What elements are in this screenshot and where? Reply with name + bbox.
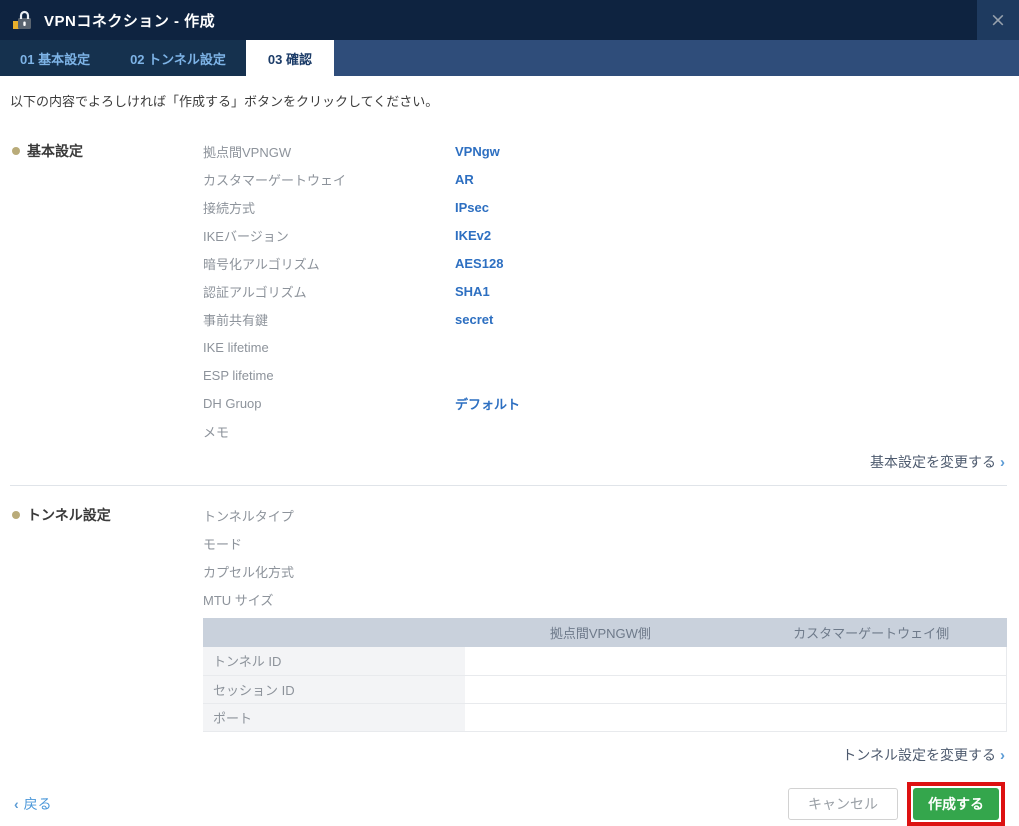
tunnel-settings-rows: トンネルタイプ モード カプセル化方式 MTU サイズ [203, 501, 1007, 613]
review-row: MTU サイズ [203, 585, 1007, 613]
row-value: IKEv2 [455, 228, 491, 243]
row-value: AR [455, 172, 474, 187]
dialog-footer: ‹戻る キャンセル 作成する [10, 782, 1007, 826]
tunnel-table-header-cgw: カスタマーゲートウェイ側 [736, 618, 1007, 647]
review-row: モード [203, 529, 1007, 557]
instruction-text: 以下の内容でよろしければ「作成する」ボタンをクリックしてください。 [10, 91, 1007, 110]
basic-settings-rows: 拠点間VPNGW VPNgw カスタマーゲートウェイ AR 接続方式 IPsec… [203, 137, 1007, 445]
tunnel-table-header-row: 拠点間VPNGW側 カスタマーゲートウェイ側 [203, 618, 1007, 647]
row-label: IKE lifetime [203, 340, 455, 355]
row-label: DH Gruop [203, 396, 455, 411]
dialog-body: 以下の内容でよろしければ「作成する」ボタンをクリックしてください。 基本設定 拠… [0, 76, 1019, 826]
table-row-label: トンネル ID [203, 647, 465, 675]
row-label: 接続方式 [203, 198, 455, 217]
chevron-left-icon: ‹ [14, 796, 19, 812]
row-value: デフォルト [455, 394, 520, 413]
row-label: トンネルタイプ [203, 506, 455, 525]
tunnel-settings-section: トンネル設定 トンネルタイプ モード カプセル化方式 MTU サイズ [10, 501, 1007, 732]
tunnel-table: 拠点間VPNGW側 カスタマーゲートウェイ側 トンネル ID セッション ID … [203, 618, 1007, 732]
wizard-tabbar: 01 基本設定 02 トンネル設定 03 確認 [0, 40, 1019, 76]
section-divider [10, 485, 1007, 486]
chevron-right-icon: › [1000, 747, 1005, 764]
row-label: MTU サイズ [203, 590, 455, 609]
table-row-label: ポート [203, 703, 465, 731]
section-bullet-icon [12, 147, 20, 155]
row-label: 事前共有鍵 [203, 310, 455, 329]
table-row: セッション ID [203, 675, 1007, 703]
row-value: SHA1 [455, 284, 490, 299]
table-row-label: セッション ID [203, 675, 465, 703]
row-label: カプセル化方式 [203, 562, 455, 581]
row-label: 認証アルゴリズム [203, 282, 455, 301]
tunnel-section-title: トンネル設定 [27, 507, 111, 523]
review-row: カスタマーゲートウェイ AR [203, 165, 1007, 193]
row-label: 暗号化アルゴリズム [203, 254, 455, 273]
review-row: IKEバージョン IKEv2 [203, 221, 1007, 249]
review-row: トンネルタイプ [203, 501, 1007, 529]
change-basic-settings-link[interactable]: 基本設定を変更する› [10, 452, 1005, 472]
dialog-title: VPNコネクション - 作成 [44, 10, 215, 31]
lock-icon [13, 8, 37, 32]
review-row: 拠点間VPNGW VPNgw [203, 137, 1007, 165]
row-label: IKEバージョン [203, 226, 455, 245]
tunnel-table-body: トンネル ID セッション ID ポート [203, 647, 1007, 731]
review-row: IKE lifetime [203, 333, 1007, 361]
table-cell-cgw [736, 647, 1007, 675]
close-icon[interactable]: × [977, 0, 1019, 40]
row-value: VPNgw [455, 144, 500, 159]
row-label: ESP lifetime [203, 368, 455, 383]
table-cell-cgw [736, 675, 1007, 703]
review-row: ESP lifetime [203, 361, 1007, 389]
review-row: メモ [203, 417, 1007, 445]
tunnel-table-header-vpngw: 拠点間VPNGW側 [465, 618, 736, 647]
row-label: モード [203, 534, 455, 553]
row-value: IPsec [455, 200, 489, 215]
table-row: トンネル ID [203, 647, 1007, 675]
highlight-annotation-box: 作成する [907, 782, 1005, 826]
table-cell-cgw [736, 703, 1007, 731]
row-value: secret [455, 312, 493, 327]
dialog-titlebar: VPNコネクション - 作成 × [0, 0, 1019, 40]
tab-confirm[interactable]: 03 確認 [246, 40, 334, 76]
row-value: AES128 [455, 256, 503, 271]
change-tunnel-settings-link[interactable]: トンネル設定を変更する› [10, 745, 1005, 765]
tunnel-table-header-empty [203, 618, 465, 647]
basic-section-title: 基本設定 [27, 143, 83, 159]
cancel-button[interactable]: キャンセル [788, 788, 898, 820]
tab-tunnel-settings[interactable]: 02 トンネル設定 [110, 40, 246, 76]
section-bullet-icon [12, 511, 20, 519]
basic-settings-section: 基本設定 拠点間VPNGW VPNgw カスタマーゲートウェイ AR 接続方式 … [10, 137, 1007, 445]
create-button[interactable]: 作成する [913, 788, 999, 820]
table-row: ポート [203, 703, 1007, 731]
review-row: DH Gruop デフォルト [203, 389, 1007, 417]
chevron-right-icon: › [1000, 454, 1005, 471]
table-cell-vpngw [465, 675, 736, 703]
review-row: 事前共有鍵 secret [203, 305, 1007, 333]
review-row: カプセル化方式 [203, 557, 1007, 585]
row-label: カスタマーゲートウェイ [203, 170, 455, 189]
review-row: 認証アルゴリズム SHA1 [203, 277, 1007, 305]
review-row: 暗号化アルゴリズム AES128 [203, 249, 1007, 277]
row-label: メモ [203, 422, 455, 441]
row-label: 拠点間VPNGW [203, 142, 455, 161]
table-cell-vpngw [465, 647, 736, 675]
tab-basic-settings[interactable]: 01 基本設定 [0, 40, 110, 76]
review-row: 接続方式 IPsec [203, 193, 1007, 221]
table-cell-vpngw [465, 703, 736, 731]
